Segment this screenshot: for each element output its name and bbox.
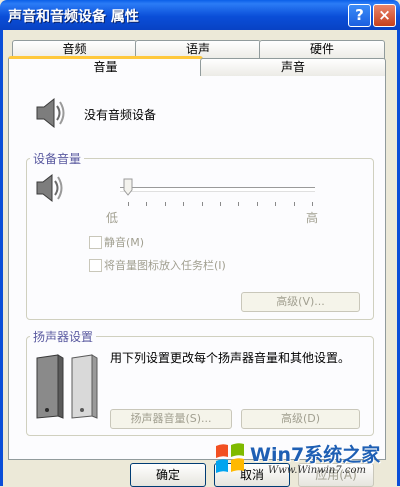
window-title: 声音和音频设备 属性 [8, 9, 139, 25]
volume-tick [220, 202, 221, 206]
tab-sounds[interactable]: 声音 [200, 58, 386, 76]
close-button[interactable]: × [373, 4, 396, 27]
volume-tick [294, 202, 295, 206]
speaker-volume-button[interactable]: 扬声器音量(S)... [110, 409, 232, 429]
volume-tick [275, 202, 276, 206]
mute-label: 静音(M) [104, 236, 145, 249]
tray-icon-checkbox[interactable] [89, 259, 102, 272]
windows-flag-icon [216, 443, 244, 473]
volume-tick [128, 202, 129, 206]
tab-hardware[interactable]: 硬件 [259, 40, 385, 59]
tray-icon-label: 将音量图标放入任务栏(I) [104, 259, 226, 272]
volume-tick [257, 202, 258, 206]
help-button[interactable]: ? [348, 4, 371, 27]
volume-tick [183, 202, 184, 206]
volume-tick [238, 202, 239, 206]
speaker-settings-label: 扬声器设置 [30, 328, 97, 345]
watermark-brand: Win7系统之家 [250, 444, 381, 466]
volume-slider-thumb[interactable] [123, 178, 133, 196]
volume-tick [165, 202, 166, 206]
device-volume-label: 设备音量 [30, 150, 85, 167]
volume-low-label: 低 [106, 211, 119, 225]
volume-tick [312, 202, 313, 206]
volume-tick [146, 202, 147, 206]
speaker-advanced-button[interactable]: 高级(D) [241, 409, 360, 429]
watermark: Win7系统之家 Www.Winwin7.com [212, 438, 397, 484]
watermark-url: Www.Winwin7.com [268, 465, 366, 476]
speaker-description: 用下列设置更改每个扬声器音量和其他设置。 [110, 351, 351, 365]
volume-speaker-icon [36, 173, 63, 203]
volume-slider-track[interactable] [120, 187, 315, 192]
mute-checkbox[interactable] [89, 236, 102, 249]
speakers-icon [36, 354, 98, 419]
device-status: 没有音频设备 [84, 108, 157, 122]
tab-volume[interactable]: 音量 [8, 56, 203, 76]
ok-button[interactable]: 确定 [130, 463, 206, 487]
device-advanced-button[interactable]: 高级(V)... [241, 292, 360, 312]
volume-tick [202, 202, 203, 206]
speaker-icon [36, 97, 65, 129]
volume-high-label: 高 [306, 211, 319, 225]
